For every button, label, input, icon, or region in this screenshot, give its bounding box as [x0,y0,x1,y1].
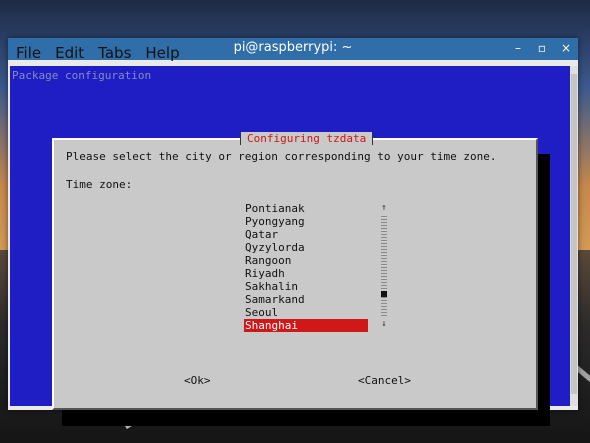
list-scroll-knob[interactable] [381,291,387,297]
terminal-scrollbar-thumb[interactable] [571,74,577,394]
menu-file[interactable]: File [16,44,41,66]
list-item[interactable]: Qyzylorda [244,241,368,254]
cancel-button[interactable]: <Cancel> [358,374,411,387]
list-item[interactable]: Pyongyang [244,215,368,228]
menu-help[interactable]: Help [145,44,179,66]
list-item[interactable]: Rangoon [244,254,368,267]
list-item[interactable]: Sakhalin [244,280,368,293]
menu-tabs[interactable]: Tabs [98,44,131,66]
list-item-selected[interactable]: Shanghai [244,319,368,332]
time-zone-label: Time zone: [66,178,133,191]
scroll-up-icon[interactable]: ↑ [380,202,388,214]
list-scrollbar[interactable]: ↑ ↓ [380,202,388,336]
list-item[interactable]: Qatar [244,228,368,241]
dialog-prompt: Please select the city or region corresp… [66,150,497,163]
list-item[interactable]: Pontianak [244,202,368,215]
terminal-window: pi@raspberrypi: ~ – ▫ × File Edit Tabs H… [8,38,578,426]
tzdata-dialog: Configuring tzdata Please select the cit… [52,132,538,410]
list-scroll-track[interactable] [381,216,387,316]
minimize-icon[interactable]: – [512,41,524,55]
window-controls: – ▫ × [512,41,572,55]
dialog-title: Configuring tzdata [240,132,374,145]
scroll-down-icon[interactable]: ↓ [380,318,388,330]
close-icon[interactable]: × [560,41,572,55]
menubar: File Edit Tabs Help [8,44,180,66]
list-item[interactable]: Seoul [244,306,368,319]
list-item[interactable]: Riyadh [244,267,368,280]
terminal-area[interactable]: Package configuration Configuring tzdata… [10,66,578,426]
list-item[interactable]: Samarkand [244,293,368,306]
terminal-scrollbar[interactable] [570,66,578,406]
ok-button[interactable]: <Ok> [184,374,211,387]
menu-edit[interactable]: Edit [55,44,84,66]
package-config-header: Package configuration [12,69,152,82]
time-zone-list[interactable]: Pontianak Pyongyang Qatar Qyzylorda Rang… [244,202,368,332]
maximize-icon[interactable]: ▫ [536,41,548,55]
